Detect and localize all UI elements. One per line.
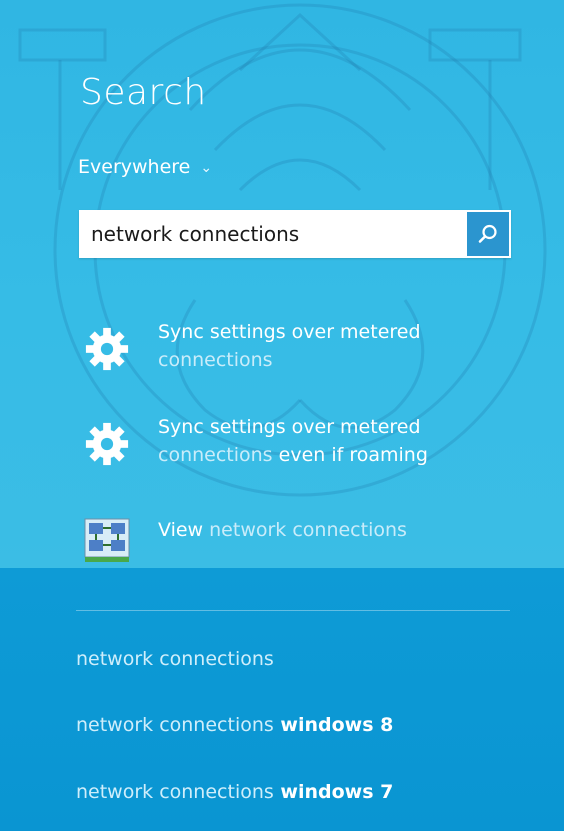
result-view-network-connections[interactable]: View network connections bbox=[76, 508, 516, 570]
suggestion-match: network connections bbox=[76, 648, 274, 670]
result-text: Sync settings over metered connections e… bbox=[158, 413, 428, 469]
gear-icon bbox=[76, 318, 138, 380]
result-match: connections bbox=[158, 349, 273, 371]
suggestion-extra: windows 8 bbox=[273, 714, 394, 736]
gear-icon bbox=[76, 413, 138, 475]
suggestion-item[interactable]: network connections bbox=[76, 648, 274, 670]
search-box bbox=[79, 210, 511, 258]
result-title: Sync settings over metered bbox=[158, 416, 421, 438]
chevron-down-icon: ⌄ bbox=[200, 160, 213, 176]
search-input[interactable] bbox=[79, 210, 465, 258]
suggestion-item[interactable]: network connections windows 8 bbox=[76, 714, 393, 736]
result-title-suffix: even if roaming bbox=[272, 444, 428, 466]
search-button[interactable] bbox=[465, 210, 511, 258]
search-scope-dropdown[interactable]: Everywhere ⌄ bbox=[78, 156, 212, 178]
scope-label: Everywhere bbox=[78, 156, 191, 178]
result-match: connections bbox=[158, 444, 273, 466]
result-text: Sync settings over metered connections bbox=[158, 318, 421, 374]
result-match: network connections bbox=[203, 519, 407, 541]
search-icon bbox=[478, 224, 497, 243]
results-divider bbox=[76, 610, 510, 611]
result-text: View network connections bbox=[158, 516, 407, 544]
search-charm-panel: Search Everywhere ⌄ network connections … bbox=[0, 0, 564, 831]
suggestion-extra: windows 7 bbox=[273, 781, 394, 803]
suggestion-match: network connections bbox=[76, 781, 274, 803]
result-verb: View bbox=[158, 519, 204, 541]
result-sync-metered-roaming[interactable]: Sync settings over metered connections e… bbox=[76, 413, 516, 475]
result-title: Sync settings over metered bbox=[158, 321, 421, 343]
suggestion-match: network connections bbox=[76, 714, 274, 736]
suggestion-item[interactable]: network connections windows 7 bbox=[76, 781, 393, 803]
search-title: Search bbox=[80, 72, 207, 113]
network-connections-icon bbox=[76, 508, 138, 570]
result-sync-metered[interactable]: Sync settings over metered connections bbox=[76, 318, 516, 380]
